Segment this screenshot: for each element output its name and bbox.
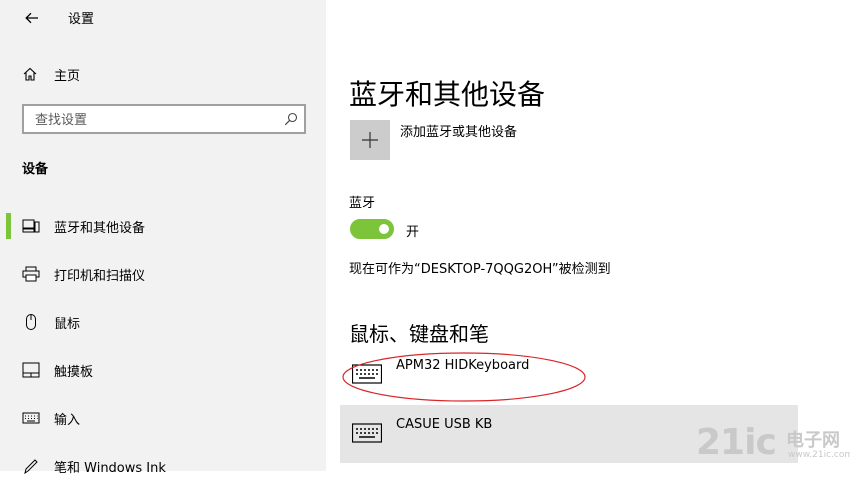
sidebar-item-bluetooth[interactable]: 蓝牙和其他设备 bbox=[0, 209, 326, 243]
sidebar-item-printers[interactable]: 打印机和扫描仪 bbox=[0, 257, 326, 291]
add-device-button[interactable] bbox=[350, 120, 390, 160]
touchpad-icon bbox=[22, 362, 40, 378]
sidebar-item-mouse[interactable]: 鼠标 bbox=[0, 305, 326, 339]
sidebar: 设置 主页 设备 蓝牙和其他设备 打印机和扫描仪 bbox=[0, 0, 326, 476]
printer-icon bbox=[22, 266, 40, 282]
bluetooth-toggle[interactable] bbox=[350, 219, 394, 239]
add-device-label[interactable]: 添加蓝牙或其他设备 bbox=[400, 121, 517, 140]
device-row[interactable]: APM32 HIDKeyboard bbox=[340, 346, 798, 404]
keyboard-icon bbox=[352, 423, 382, 443]
watermark-logo: 21ic 电子网 www.21ic.com bbox=[696, 422, 850, 468]
sidebar-item-label: 笔和 Windows Ink bbox=[54, 461, 166, 476]
sidebar-item-home-label: 主页 bbox=[54, 69, 81, 84]
search-box[interactable] bbox=[22, 104, 306, 134]
device-name: APM32 HIDKeyboard bbox=[396, 358, 530, 373]
keyboard-icon bbox=[22, 412, 40, 424]
sidebar-item-typing[interactable]: 输入 bbox=[0, 401, 326, 435]
main-content: 蓝牙和其他设备 添加蓝牙或其他设备 蓝牙 开 现在可作为“DESKTOP-7QQ… bbox=[326, 0, 850, 471]
sidebar-item-home[interactable]: 主页 bbox=[0, 58, 326, 90]
search-input[interactable] bbox=[33, 110, 277, 130]
sidebar-item-touchpad[interactable]: 触摸板 bbox=[0, 353, 326, 387]
page-title: 蓝牙和其他设备 bbox=[349, 77, 546, 111]
app-title: 设置 bbox=[68, 12, 95, 27]
bluetooth-toggle-state: 开 bbox=[406, 225, 420, 240]
sidebar-item-pen[interactable]: 笔和 Windows Ink bbox=[0, 449, 326, 483]
input-devices-heading: 鼠标、键盘和笔 bbox=[349, 322, 489, 346]
sidebar-item-label: 触摸板 bbox=[54, 365, 94, 380]
sidebar-item-label: 打印机和扫描仪 bbox=[54, 269, 146, 284]
watermark-url: www.21ic.com bbox=[788, 450, 850, 460]
sidebar-item-label: 输入 bbox=[54, 413, 81, 428]
search-icon[interactable] bbox=[284, 112, 298, 126]
section-header-devices: 设备 bbox=[22, 162, 49, 177]
bluetooth-devices-icon bbox=[22, 219, 40, 233]
watermark-cn-text: 电子网 bbox=[786, 430, 840, 451]
toggle-knob bbox=[379, 224, 389, 234]
selection-indicator bbox=[6, 213, 11, 239]
mouse-icon bbox=[26, 314, 36, 330]
home-icon bbox=[23, 67, 37, 81]
device-name: CASUE USB KB bbox=[396, 417, 493, 432]
bluetooth-heading: 蓝牙 bbox=[349, 196, 376, 211]
sidebar-item-label: 蓝牙和其他设备 bbox=[54, 221, 146, 236]
back-button[interactable] bbox=[20, 6, 44, 30]
watermark-number: 21ic bbox=[696, 422, 777, 463]
keyboard-icon bbox=[352, 364, 382, 384]
sidebar-item-label: 鼠标 bbox=[54, 317, 81, 332]
back-arrow-icon bbox=[25, 12, 38, 24]
plus-icon bbox=[362, 132, 378, 148]
pen-icon bbox=[24, 459, 38, 474]
discoverable-text: 现在可作为“DESKTOP-7QQG2OH”被检测到 bbox=[349, 262, 611, 277]
